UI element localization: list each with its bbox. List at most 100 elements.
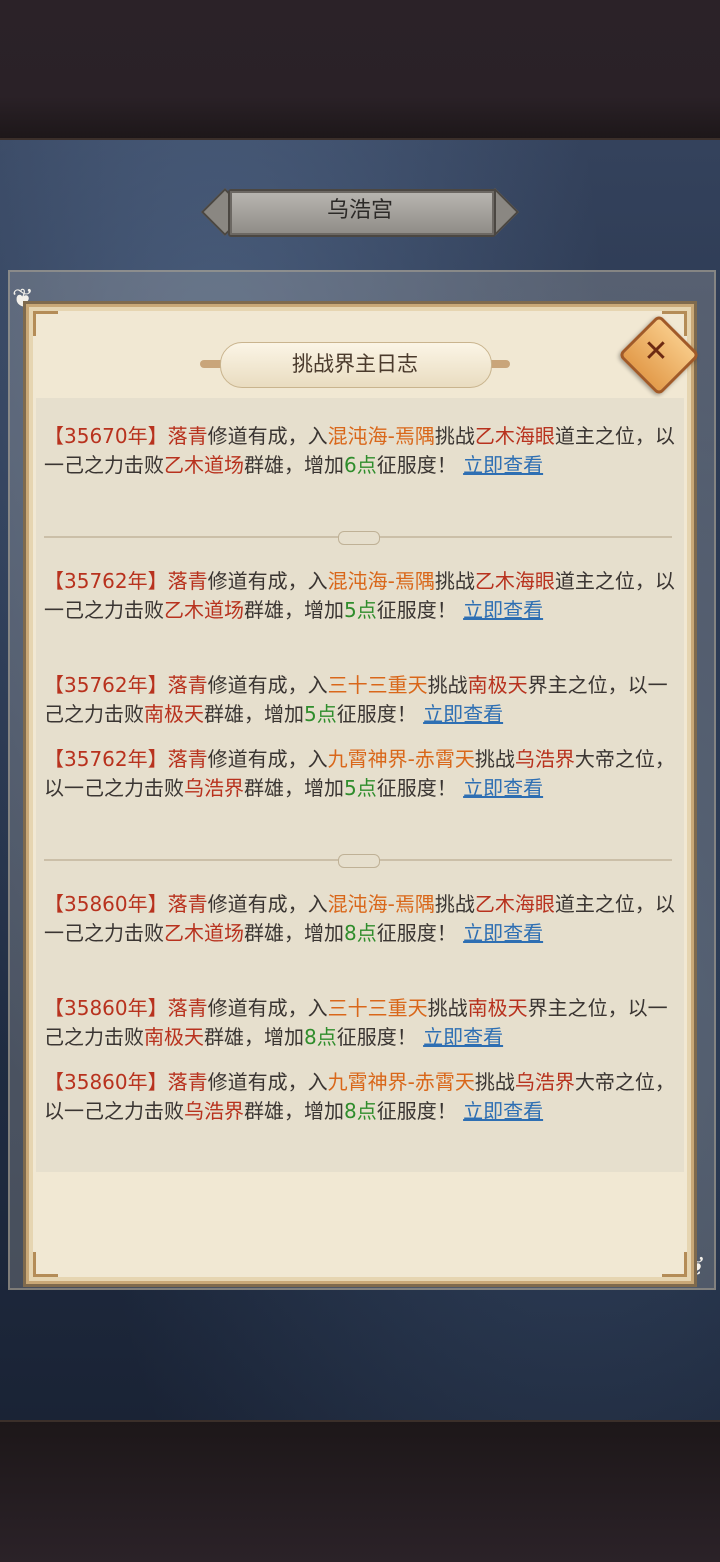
entry-text: 以一己之力击败 <box>44 1099 184 1123</box>
entry-text: 征服度！ <box>376 453 457 477</box>
venue-name: 乙木道场 <box>164 453 244 477</box>
entry-text: 征服度！ <box>336 1025 417 1049</box>
entry-year: 35762年 <box>64 747 148 771</box>
entry-text: 修道有成，入 <box>207 569 328 593</box>
entry-text: 群雄，增加 <box>244 598 344 622</box>
palace-banner: 乌浩宫 <box>200 185 520 237</box>
dialog-header: 挑战界主日志 <box>200 340 510 388</box>
bracket-close: 】 <box>147 747 168 771</box>
entry-text: 挑战 <box>427 996 468 1020</box>
log-entry: 【35860年】落青修道有成，入三十三重天挑战南极天界主之位，以一己之力击败南极… <box>44 994 676 1052</box>
entry-text: 修道有成，入 <box>207 1070 328 1094</box>
log-entry: 【35860年】落青修道有成，入九霄神界-赤霄天挑战乌浩界大帝之位，以一己之力击… <box>44 1068 676 1126</box>
entry-role: 界主之位， <box>527 996 628 1020</box>
player-name: 落青 <box>167 892 208 916</box>
target-name: 南极天 <box>467 673 528 697</box>
points-unit: 点 <box>356 776 377 800</box>
target-name: 南极天 <box>467 996 528 1020</box>
entry-text: 征服度！ <box>376 921 457 945</box>
points-unit: 点 <box>356 453 377 477</box>
realm-name: 混沌海-焉隅 <box>327 424 435 448</box>
realm-name: 混沌海-焉隅 <box>327 892 435 916</box>
entry-text: 修道有成，入 <box>207 747 328 771</box>
view-link[interactable]: 立即查看 <box>463 1099 543 1123</box>
corner-ornament <box>662 1252 687 1277</box>
entry-text: 征服度！ <box>376 598 457 622</box>
entry-text: 挑战 <box>434 569 475 593</box>
entry-role: 界主之位， <box>527 673 628 697</box>
entry-text: 征服度！ <box>376 1099 457 1123</box>
entry-year: 35762年 <box>64 673 148 697</box>
entry-role: 道主之位， <box>554 569 655 593</box>
entry-text: 群雄，增加 <box>244 921 344 945</box>
entry-text: 修道有成，入 <box>207 996 328 1020</box>
entry-role: 大帝之位， <box>574 747 675 771</box>
log-entry: 【35762年】落青修道有成，入三十三重天挑战南极天界主之位，以一己之力击败南极… <box>44 671 676 729</box>
entry-text: 挑战 <box>427 673 468 697</box>
group-divider <box>44 531 672 545</box>
points-value: 6 <box>344 453 357 477</box>
bracket-open: 【 <box>44 1070 64 1094</box>
player-name: 落青 <box>167 424 208 448</box>
target-name: 乙木海眼 <box>474 569 555 593</box>
entry-text: 挑战 <box>474 1070 515 1094</box>
close-icon[interactable]: ✕ <box>630 326 682 378</box>
entry-role: 道主之位， <box>554 424 655 448</box>
points-value: 5 <box>344 598 357 622</box>
log-entry: 【35762年】落青修道有成，入九霄神界-赤霄天挑战乌浩界大帝之位，以一己之力击… <box>44 745 676 803</box>
realm-name: 九霄神界-赤霄天 <box>327 747 475 771</box>
bracket-open: 【 <box>44 424 64 448</box>
view-link[interactable]: 立即查看 <box>463 776 543 800</box>
points-value: 5 <box>304 702 317 726</box>
points-unit: 点 <box>316 1025 337 1049</box>
points-value: 5 <box>344 776 357 800</box>
target-name: 乌浩界 <box>514 1070 575 1094</box>
group-divider <box>44 854 672 868</box>
realm-name: 混沌海-焉隅 <box>327 569 435 593</box>
entry-role: 大帝之位， <box>574 1070 675 1094</box>
target-name: 乌浩界 <box>514 747 575 771</box>
log-entry: 【35860年】落青修道有成，入混沌海-焉隅挑战乙木海眼道主之位，以一己之力击败… <box>44 890 676 948</box>
view-link[interactable]: 立即查看 <box>463 598 543 622</box>
log-entry: 【35762年】落青修道有成，入混沌海-焉隅挑战乙木海眼道主之位，以一己之力击败… <box>44 567 676 625</box>
points-unit: 点 <box>316 702 337 726</box>
player-name: 落青 <box>167 1070 208 1094</box>
top-bar <box>0 0 720 140</box>
points-unit: 点 <box>356 598 377 622</box>
bracket-close: 】 <box>147 996 168 1020</box>
entry-year: 35670年 <box>64 424 148 448</box>
divider-ornament <box>338 531 380 545</box>
player-name: 落青 <box>167 996 208 1020</box>
bracket-close: 】 <box>147 424 168 448</box>
bracket-close: 】 <box>147 569 168 593</box>
entry-text: 修道有成，入 <box>207 892 328 916</box>
entry-text: 群雄，增加 <box>204 1025 304 1049</box>
bracket-open: 【 <box>44 569 64 593</box>
venue-name: 南极天 <box>144 1025 204 1049</box>
venue-name: 乙木道场 <box>164 598 244 622</box>
view-link[interactable]: 立即查看 <box>423 702 503 726</box>
bottom-bar <box>0 1420 720 1562</box>
venue-name: 乌浩界 <box>184 1099 244 1123</box>
entry-text: 以一己之力击败 <box>44 776 184 800</box>
dialog-title: 挑战界主日志 <box>292 352 418 376</box>
bracket-open: 【 <box>44 673 64 697</box>
points-value: 8 <box>344 921 357 945</box>
view-link[interactable]: 立即查看 <box>463 921 543 945</box>
view-link[interactable]: 立即查看 <box>423 1025 503 1049</box>
entry-text: 挑战 <box>434 892 475 916</box>
entry-text: 群雄，增加 <box>244 453 344 477</box>
venue-name: 乙木道场 <box>164 921 244 945</box>
entry-text: 修道有成，入 <box>207 673 328 697</box>
corner-ornament <box>33 311 58 336</box>
points-value: 8 <box>344 1099 357 1123</box>
player-name: 落青 <box>167 747 208 771</box>
bracket-open: 【 <box>44 996 64 1020</box>
entry-year: 35762年 <box>64 569 148 593</box>
player-name: 落青 <box>167 569 208 593</box>
entry-text: 挑战 <box>474 747 515 771</box>
log-entry: 【35670年】落青修道有成，入混沌海-焉隅挑战乙木海眼道主之位，以一己之力击败… <box>44 422 676 480</box>
view-link[interactable]: 立即查看 <box>463 453 543 477</box>
venue-name: 南极天 <box>144 702 204 726</box>
entry-text: 群雄，增加 <box>244 776 344 800</box>
